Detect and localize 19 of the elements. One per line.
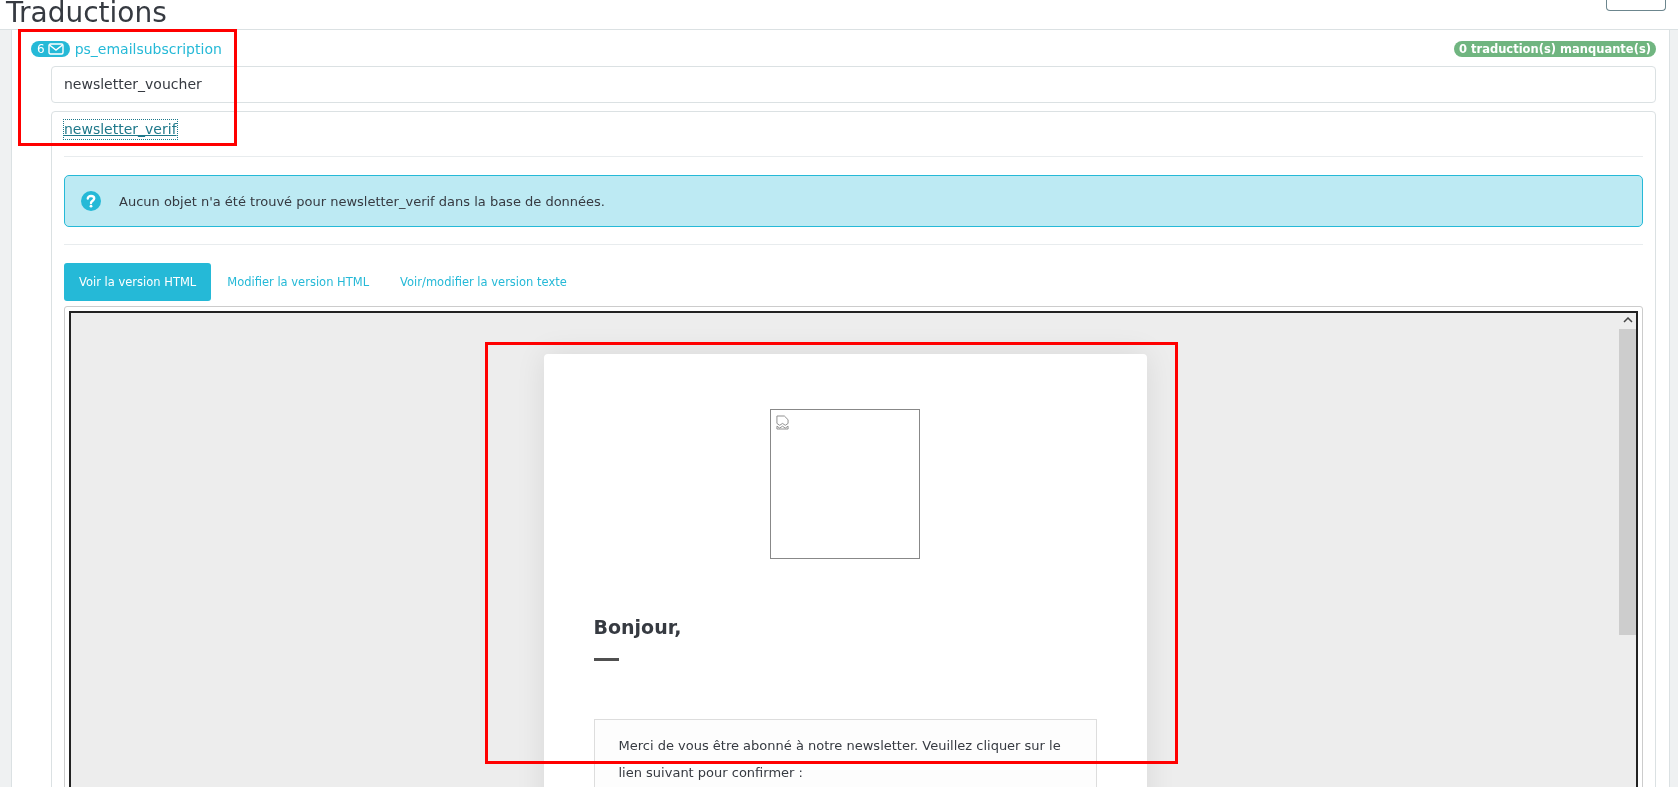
scrollbar-thumb[interactable] [1619,329,1636,635]
count-badge: 6 [31,41,70,57]
module-link[interactable]: ps_emailsubscription [74,41,222,57]
header-button[interactable] [1606,0,1666,11]
alert-message: Aucun objet n'a été trouvé pour newsletter_verif dans la base de données. [119,193,605,209]
page-title: Traductions [6,0,167,29]
envelope-icon [47,43,64,55]
email-heading: Bonjour, [593,615,683,640]
missing-translations-badge: 0 traduction(s) manquante(s) [1454,41,1656,57]
broken-image-icon [776,415,789,430]
template-link[interactable]: newsletter_voucher [64,75,202,94]
tab[interactable]: Voir/modifier la version texte [385,263,582,301]
scroll-up-icon[interactable] [1622,317,1633,323]
heading-rule [593,658,619,661]
tab[interactable]: Modifier la version HTML [212,263,385,301]
question-icon [81,191,101,211]
email-body-text: Merci de vous être abonné à notre newsletter. Veuillez cliquer sur le lien suivant pour confirmer : [618,737,1062,782]
tab[interactable]: Voir la version HTML [64,263,212,301]
template-link[interactable]: newsletter_verif [64,120,177,139]
